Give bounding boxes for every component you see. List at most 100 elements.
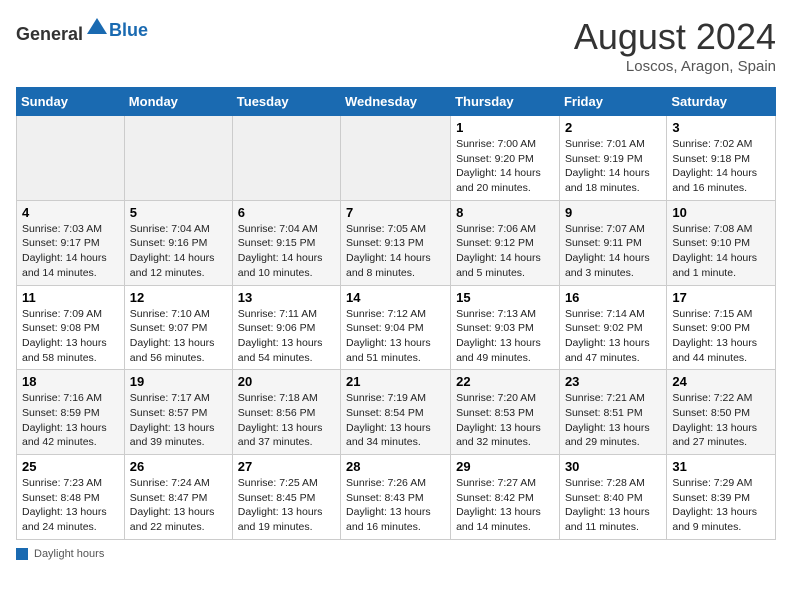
daylight-icon [16, 548, 28, 560]
calendar-cell: 19 Sunrise: 7:17 AM Sunset: 8:57 PM Dayli… [124, 370, 232, 455]
day-number: 1 [456, 120, 554, 135]
logo-blue: Blue [109, 20, 148, 41]
calendar-cell: 24 Sunrise: 7:22 AM Sunset: 8:50 PM Dayli… [667, 370, 776, 455]
calendar-cell: 12 Sunrise: 7:10 AM Sunset: 9:07 PM Dayli… [124, 285, 232, 370]
calendar-cell: 31Sunrise: 7:29 AM Sunset: 8:39 PM Dayli… [667, 455, 776, 540]
day-info: Sunrise: 7:13 AM Sunset: 9:03 PM Dayligh… [456, 307, 554, 366]
calendar-cell: 29Sunrise: 7:27 AM Sunset: 8:42 PM Dayli… [451, 455, 560, 540]
day-info: Sunrise: 7:11 AM Sunset: 9:06 PM Dayligh… [238, 307, 335, 366]
calendar-cell: 18Sunrise: 7:16 AM Sunset: 8:59 PM Dayli… [17, 370, 125, 455]
calendar-cell [124, 116, 232, 201]
day-number: 22 [456, 374, 554, 389]
month-year-title: August 2024 [574, 16, 776, 58]
calendar-cell: 5 Sunrise: 7:04 AM Sunset: 9:16 PM Daylig… [124, 200, 232, 285]
day-number: 3 [672, 120, 770, 135]
day-info: Sunrise: 7:09 AM Sunset: 9:08 PM Dayligh… [22, 307, 119, 366]
daylight-label: Daylight hours [34, 548, 104, 560]
footer: Daylight hours [16, 548, 776, 560]
calendar-cell: 16Sunrise: 7:14 AM Sunset: 9:02 PM Dayli… [559, 285, 666, 370]
day-number: 21 [346, 374, 445, 389]
day-info: Sunrise: 7:24 AM Sunset: 8:47 PM Dayligh… [130, 476, 227, 535]
calendar-cell: 30 Sunrise: 7:28 AM Sunset: 8:40 PM Dayli… [559, 455, 666, 540]
day-number: 11 [22, 290, 119, 305]
day-info: Sunrise: 7:18 AM Sunset: 8:56 PM Dayligh… [238, 391, 335, 450]
calendar-week-row: 25Sunrise: 7:23 AM Sunset: 8:48 PM Dayli… [17, 455, 776, 540]
day-number: 19 [130, 374, 227, 389]
day-info: Sunrise: 7:04 AM Sunset: 9:16 PM Dayligh… [130, 222, 227, 281]
calendar-cell: 15 Sunrise: 7:13 AM Sunset: 9:03 PM Dayli… [451, 285, 560, 370]
day-number: 8 [456, 205, 554, 220]
location-subtitle: Loscos, Aragon, Spain [574, 58, 776, 75]
day-number: 17 [672, 290, 770, 305]
day-info: Sunrise: 7:14 AM Sunset: 9:02 PM Dayligh… [565, 307, 661, 366]
day-info: Sunrise: 7:10 AM Sunset: 9:07 PM Dayligh… [130, 307, 227, 366]
day-info: Sunrise: 7:03 AM Sunset: 9:17 PM Dayligh… [22, 222, 119, 281]
calendar-week-row: 11 Sunrise: 7:09 AM Sunset: 9:08 PM Dayli… [17, 285, 776, 370]
calendar-cell [232, 116, 340, 201]
logo: General Blue [16, 16, 148, 45]
calendar-day-header: Monday [124, 88, 232, 116]
day-number: 12 [130, 290, 227, 305]
day-info: Sunrise: 7:26 AM Sunset: 8:43 PM Dayligh… [346, 476, 445, 535]
calendar-cell: 28 Sunrise: 7:26 AM Sunset: 8:43 PM Dayli… [341, 455, 451, 540]
day-number: 25 [22, 459, 119, 474]
day-info: Sunrise: 7:22 AM Sunset: 8:50 PM Dayligh… [672, 391, 770, 450]
calendar-table: SundayMondayTuesdayWednesdayThursdayFrid… [16, 87, 776, 540]
day-info: Sunrise: 7:20 AM Sunset: 8:53 PM Dayligh… [456, 391, 554, 450]
day-number: 7 [346, 205, 445, 220]
day-info: Sunrise: 7:19 AM Sunset: 8:54 PM Dayligh… [346, 391, 445, 450]
day-info: Sunrise: 7:02 AM Sunset: 9:18 PM Dayligh… [672, 137, 770, 196]
calendar-week-row: 18Sunrise: 7:16 AM Sunset: 8:59 PM Dayli… [17, 370, 776, 455]
day-number: 14 [346, 290, 445, 305]
calendar-cell: 2 Sunrise: 7:01 AM Sunset: 9:19 PM Daylig… [559, 116, 666, 201]
day-info: Sunrise: 7:21 AM Sunset: 8:51 PM Dayligh… [565, 391, 661, 450]
day-info: Sunrise: 7:16 AM Sunset: 8:59 PM Dayligh… [22, 391, 119, 450]
calendar-cell: 1Sunrise: 7:00 AM Sunset: 9:20 PM Daylig… [451, 116, 560, 201]
day-number: 15 [456, 290, 554, 305]
day-info: Sunrise: 7:17 AM Sunset: 8:57 PM Dayligh… [130, 391, 227, 450]
calendar-cell: 25Sunrise: 7:23 AM Sunset: 8:48 PM Dayli… [17, 455, 125, 540]
calendar-cell [341, 116, 451, 201]
logo-icon [85, 16, 109, 40]
calendar-header-row: SundayMondayTuesdayWednesdayThursdayFrid… [17, 88, 776, 116]
day-info: Sunrise: 7:15 AM Sunset: 9:00 PM Dayligh… [672, 307, 770, 366]
day-number: 2 [565, 120, 661, 135]
day-info: Sunrise: 7:28 AM Sunset: 8:40 PM Dayligh… [565, 476, 661, 535]
calendar-cell: 10 Sunrise: 7:08 AM Sunset: 9:10 PM Dayli… [667, 200, 776, 285]
day-info: Sunrise: 7:25 AM Sunset: 8:45 PM Dayligh… [238, 476, 335, 535]
day-number: 13 [238, 290, 335, 305]
calendar-cell: 11 Sunrise: 7:09 AM Sunset: 9:08 PM Dayli… [17, 285, 125, 370]
day-number: 30 [565, 459, 661, 474]
calendar-cell: 3 Sunrise: 7:02 AM Sunset: 9:18 PM Daylig… [667, 116, 776, 201]
calendar-cell: 20 Sunrise: 7:18 AM Sunset: 8:56 PM Dayli… [232, 370, 340, 455]
calendar-cell: 4 Sunrise: 7:03 AM Sunset: 9:17 PM Daylig… [17, 200, 125, 285]
calendar-day-header: Sunday [17, 88, 125, 116]
day-info: Sunrise: 7:05 AM Sunset: 9:13 PM Dayligh… [346, 222, 445, 281]
day-info: Sunrise: 7:06 AM Sunset: 9:12 PM Dayligh… [456, 222, 554, 281]
calendar-body: 1Sunrise: 7:00 AM Sunset: 9:20 PM Daylig… [17, 116, 776, 540]
day-number: 23 [565, 374, 661, 389]
calendar-cell: 27Sunrise: 7:25 AM Sunset: 8:45 PM Dayli… [232, 455, 340, 540]
page-header: General Blue August 2024 Loscos, Aragon,… [16, 16, 776, 75]
day-number: 24 [672, 374, 770, 389]
calendar-cell: 8 Sunrise: 7:06 AM Sunset: 9:12 PM Daylig… [451, 200, 560, 285]
day-number: 5 [130, 205, 227, 220]
calendar-day-header: Thursday [451, 88, 560, 116]
calendar-day-header: Tuesday [232, 88, 340, 116]
day-number: 26 [130, 459, 227, 474]
day-info: Sunrise: 7:07 AM Sunset: 9:11 PM Dayligh… [565, 222, 661, 281]
day-number: 6 [238, 205, 335, 220]
logo-general: General [16, 24, 83, 44]
day-number: 20 [238, 374, 335, 389]
calendar-cell [17, 116, 125, 201]
day-info: Sunrise: 7:04 AM Sunset: 9:15 PM Dayligh… [238, 222, 335, 281]
day-number: 10 [672, 205, 770, 220]
calendar-week-row: 4 Sunrise: 7:03 AM Sunset: 9:17 PM Daylig… [17, 200, 776, 285]
calendar-day-header: Saturday [667, 88, 776, 116]
calendar-week-row: 1Sunrise: 7:00 AM Sunset: 9:20 PM Daylig… [17, 116, 776, 201]
day-number: 28 [346, 459, 445, 474]
day-number: 4 [22, 205, 119, 220]
day-info: Sunrise: 7:08 AM Sunset: 9:10 PM Dayligh… [672, 222, 770, 281]
calendar-day-header: Friday [559, 88, 666, 116]
day-info: Sunrise: 7:01 AM Sunset: 9:19 PM Dayligh… [565, 137, 661, 196]
